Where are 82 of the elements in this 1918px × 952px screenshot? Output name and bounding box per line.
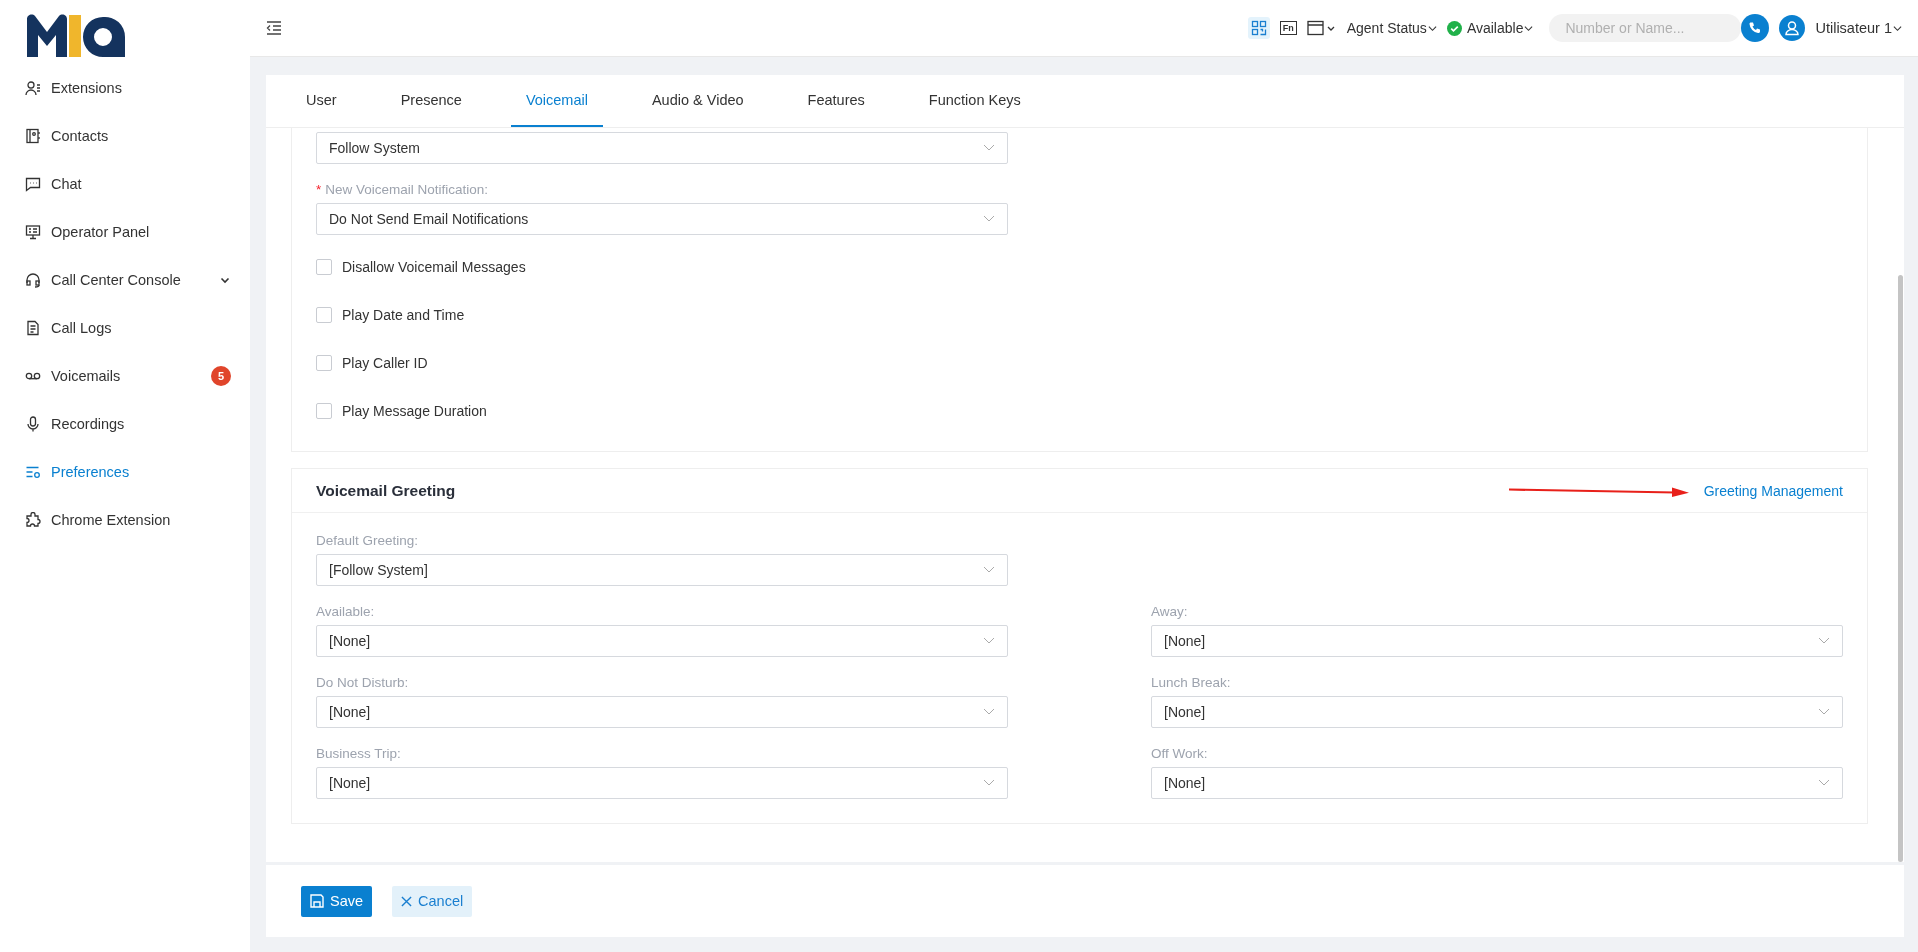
select-field[interactable]: [None] [316, 767, 1008, 799]
sidebar-item[interactable]: Preferences [0, 448, 250, 496]
contact-book-icon [25, 128, 41, 144]
chevron-down-icon[interactable] [983, 144, 995, 152]
select-field[interactable]: Do Not Send Email Notifications [316, 203, 1008, 235]
field-label: Business Trip: [316, 746, 402, 761]
field-label: Default Greeting: [316, 533, 420, 548]
count-badge: 5 [211, 366, 231, 386]
sidebar-item[interactable]: Chat [0, 160, 250, 208]
field-label: Do Not Disturb: [316, 675, 410, 690]
qr-code-icon[interactable] [1247, 17, 1270, 39]
select-field[interactable]: [None] [1151, 696, 1843, 728]
checkbox[interactable] [316, 355, 332, 371]
save-button[interactable]: Save [301, 885, 373, 917]
field-label: * New Voicemail Notification: [316, 182, 490, 197]
checkbox[interactable] [316, 259, 332, 275]
tab[interactable]: Features [792, 75, 880, 127]
sidebar-item[interactable]: Operator Panel [0, 208, 250, 256]
required-mark: * [316, 182, 322, 197]
user-menu[interactable]: Utilisateur 1 [1815, 20, 1902, 36]
sidebar-item[interactable]: Call Logs [0, 304, 250, 352]
search-field[interactable]: Number or Name... [1549, 14, 1742, 42]
greeting-management-link[interactable]: Greeting Management [1703, 482, 1843, 499]
sidebar-item[interactable]: Chrome Extension [0, 496, 250, 544]
chevron-down-icon[interactable] [1818, 637, 1830, 645]
select-field[interactable]: [Follow System] [316, 554, 1008, 586]
agent-status-dropdown[interactable]: Agent Status [1346, 20, 1437, 36]
microphone-icon [25, 416, 41, 432]
checkbox-label: Play Date and Time [342, 307, 465, 323]
checkbox-label: Disallow Voicemail Messages [342, 259, 526, 275]
phone-button[interactable] [1741, 14, 1770, 42]
sidebar-item[interactable]: Call Center Console [0, 256, 250, 304]
avatar-icon[interactable] [1779, 15, 1806, 41]
field-label: Lunch Break: [1151, 675, 1232, 690]
chevron-down-icon[interactable] [983, 779, 995, 787]
field-label: Available: [316, 604, 376, 619]
person-list-icon [25, 80, 41, 96]
tab[interactable]: Presence [385, 75, 477, 127]
checkbox-label: Play Caller ID [342, 355, 428, 371]
chevron-down-icon[interactable] [983, 215, 995, 223]
chevron-down-icon[interactable] [1818, 779, 1830, 787]
close-icon [401, 895, 413, 907]
window-icon[interactable] [1306, 20, 1337, 36]
checkbox[interactable] [316, 403, 332, 419]
presence-dropdown[interactable]: Available [1466, 20, 1534, 36]
function-key-button[interactable]: Fn [1279, 21, 1297, 35]
monitor-icon [25, 224, 41, 240]
checkbox-label: Play Message Duration [342, 403, 487, 419]
tab[interactable]: Function Keys [913, 75, 1036, 127]
sidebar-item[interactable]: Voicemails 5 [0, 352, 250, 400]
chevron-down-icon[interactable] [983, 708, 995, 716]
sidebar-item[interactable]: Extensions [0, 64, 250, 112]
sidebar-item[interactable]: Recordings [0, 400, 250, 448]
checkbox[interactable] [316, 307, 332, 323]
check-circle-icon [1446, 20, 1462, 36]
select-field[interactable]: [None] [316, 625, 1008, 657]
tab[interactable]: Audio & Video [636, 75, 759, 127]
chat-bubble-icon [25, 176, 41, 192]
sidebar-item[interactable]: Contacts [0, 112, 250, 160]
field-label: Off Work: [1151, 746, 1209, 761]
document-icon [25, 320, 41, 336]
caret-icon[interactable] [1427, 23, 1437, 33]
select-field[interactable]: Follow System [316, 132, 1008, 164]
chevron-icon[interactable] [220, 275, 230, 285]
caret-icon[interactable] [1893, 23, 1902, 33]
scrollbar-thumb[interactable] [1898, 275, 1903, 862]
select-field[interactable]: [None] [316, 696, 1008, 728]
field-label: Away: [1151, 604, 1189, 619]
headset-icon [25, 272, 41, 288]
tab[interactable]: User [291, 75, 352, 127]
chevron-down-icon[interactable] [983, 566, 995, 574]
section-title: Voicemail Greeting [316, 481, 456, 500]
chevron-down-icon[interactable] [1818, 708, 1830, 716]
caret-icon[interactable] [1524, 23, 1534, 33]
search-input[interactable]: Number or Name... [1563, 19, 1728, 37]
select-field[interactable]: [None] [1151, 625, 1843, 657]
list-gear-icon [25, 464, 41, 480]
chevron-down-icon[interactable] [983, 637, 995, 645]
select-field[interactable]: [None] [1151, 767, 1843, 799]
cancel-button[interactable]: Cancel [392, 885, 473, 917]
puzzle-icon [25, 512, 41, 528]
menu-fold-icon[interactable] [266, 21, 282, 35]
